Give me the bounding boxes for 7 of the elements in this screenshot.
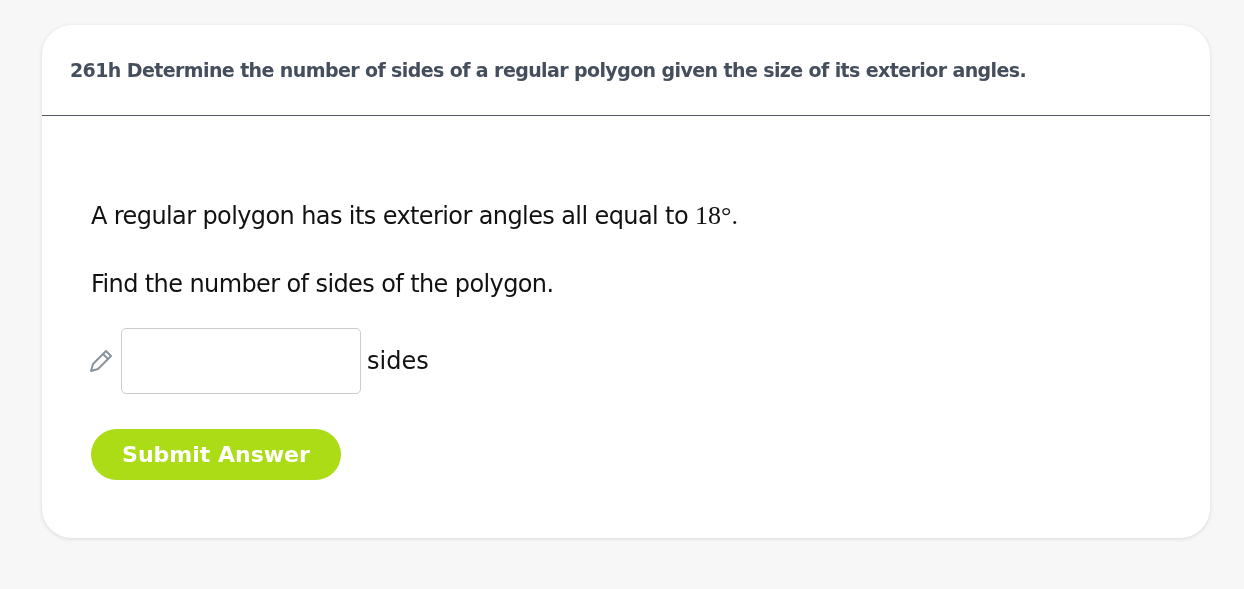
question-title: 261h Determine the number of sides of a regular polygon given the size of its exterior angles. [70, 59, 1027, 81]
pencil-icon [87, 347, 115, 375]
instruction-text: Find the number of sides of the polygon. [91, 269, 555, 300]
submit-answer-button[interactable]: Submit Answer [91, 429, 341, 480]
question-text: A regular polygon has its exterior angles all equal to 18°. [91, 200, 739, 232]
answer-field[interactable] [121, 328, 361, 394]
unit-label: sides [367, 347, 429, 375]
